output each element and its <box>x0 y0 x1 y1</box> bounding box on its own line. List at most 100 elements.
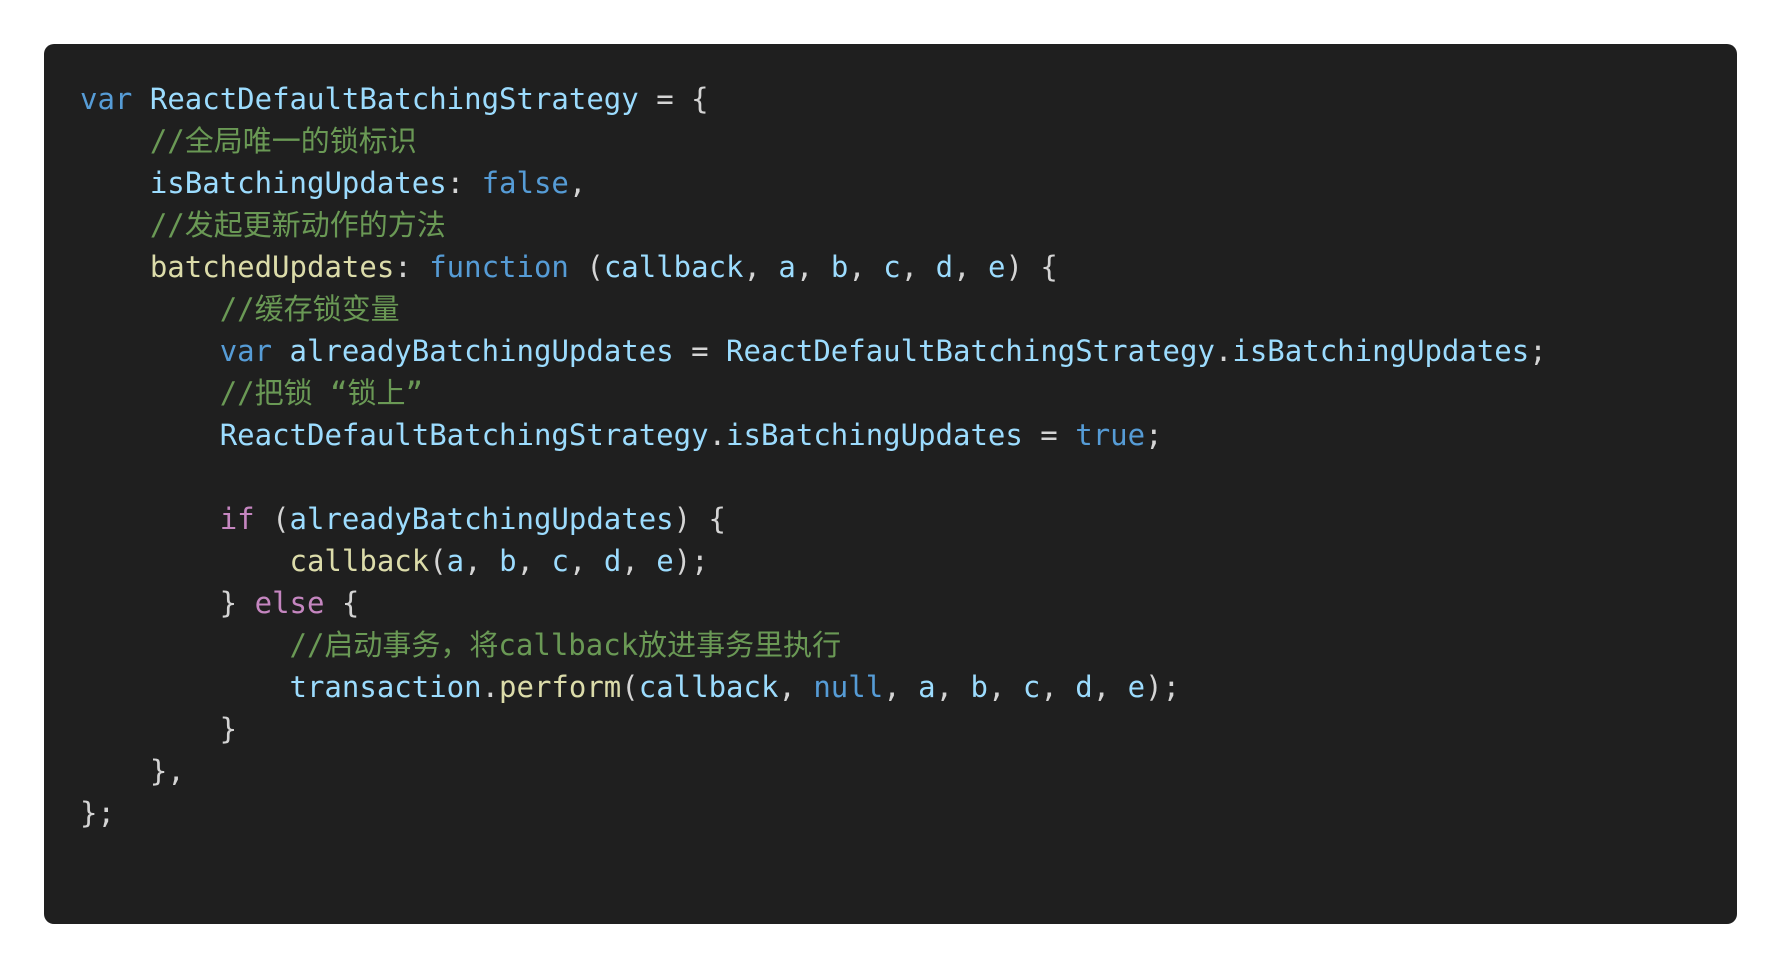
identifier-token: c <box>1022 670 1041 704</box>
punctuation-token: { <box>324 586 360 620</box>
code-line: var ReactDefaultBatchingStrategy = { <box>80 78 1737 120</box>
punctuation-token <box>80 292 220 326</box>
comment-token: //把锁 “锁上” <box>219 376 423 410</box>
identifier-token: ReactDefaultBatchingStrategy <box>726 334 1215 368</box>
punctuation-token: }; <box>80 796 115 830</box>
punctuation-token: , <box>953 250 988 284</box>
identifier-token: d <box>603 544 622 578</box>
punctuation-token: } <box>80 586 255 620</box>
punctuation-token: : <box>394 250 430 284</box>
control-keyword-token: else <box>254 586 325 620</box>
comment-token: //全局唯一的锁标识 <box>149 124 417 158</box>
code-line: //把锁 “锁上” <box>80 372 1737 414</box>
identifier-token: isBatchingUpdates <box>149 166 447 200</box>
punctuation-token: ; <box>1145 418 1163 452</box>
identifier-token: a <box>446 544 465 578</box>
keyword-token: function <box>429 250 569 284</box>
code-line: isBatchingUpdates: false, <box>80 162 1737 204</box>
punctuation-token: ( <box>621 670 639 704</box>
punctuation-token <box>80 628 290 662</box>
control-keyword-token: if <box>219 502 255 536</box>
code-line: } else { <box>80 582 1737 624</box>
code-line: //缓存锁变量 <box>80 288 1737 330</box>
identifier-token: c <box>551 544 569 578</box>
punctuation-token: , <box>778 670 814 704</box>
punctuation-token <box>80 250 150 284</box>
punctuation-token <box>80 418 220 452</box>
identifier-token: e <box>987 250 1006 284</box>
punctuation-token: , <box>1092 670 1128 704</box>
punctuation-token: , <box>568 544 604 578</box>
function-name-token: batchedUpdates <box>149 250 395 284</box>
punctuation-token: ( <box>568 250 604 284</box>
punctuation-token <box>80 124 150 158</box>
punctuation-token: , <box>516 544 552 578</box>
identifier-token: alreadyBatchingUpdates <box>289 502 674 536</box>
keyword-token: true <box>1075 418 1146 452</box>
punctuation-token: . <box>1214 334 1233 368</box>
identifier-token: isBatchingUpdates <box>726 418 1023 452</box>
code-line: //全局唯一的锁标识 <box>80 120 1737 162</box>
keyword-token: var <box>219 334 273 368</box>
code-line: //启动事务，将callback放进事务里执行 <box>80 624 1737 666</box>
punctuation-token: ( <box>429 544 447 578</box>
code-line: //发起更新动作的方法 <box>80 204 1737 246</box>
punctuation-token: = <box>673 334 727 368</box>
punctuation-token: , <box>464 544 500 578</box>
identifier-token: e <box>1127 670 1146 704</box>
keyword-token: var <box>80 82 133 116</box>
punctuation-token: ( <box>254 502 290 536</box>
punctuation-token <box>80 670 290 704</box>
punctuation-token: . <box>708 418 727 452</box>
comment-token: //缓存锁变量 <box>219 292 400 326</box>
punctuation-token: ) { <box>1005 250 1058 284</box>
code-line: if (alreadyBatchingUpdates) { <box>80 498 1737 540</box>
punctuation-token: = <box>1022 418 1076 452</box>
punctuation-token: , <box>883 670 919 704</box>
code-line: callback(a, b, c, d, e); <box>80 540 1737 582</box>
punctuation-token <box>80 544 290 578</box>
comment-token: //发起更新动作的方法 <box>149 208 446 242</box>
punctuation-token <box>80 334 220 368</box>
identifier-token: transaction <box>289 670 482 704</box>
code-line: var alreadyBatchingUpdates = ReactDefaul… <box>80 330 1737 372</box>
identifier-token: ReactDefaultBatchingStrategy <box>149 82 639 116</box>
keyword-token: false <box>481 166 569 200</box>
punctuation-token <box>80 376 220 410</box>
punctuation-token <box>80 166 150 200</box>
punctuation-token: , <box>935 670 971 704</box>
comment-token: //启动事务，将callback放进事务里执行 <box>289 628 842 662</box>
keyword-token: null <box>813 670 884 704</box>
punctuation-token: ); <box>1145 670 1181 704</box>
punctuation-token: , <box>621 544 657 578</box>
identifier-token: b <box>830 250 849 284</box>
code-line: }, <box>80 750 1737 792</box>
identifier-token: d <box>1075 670 1093 704</box>
punctuation-token: }, <box>80 754 185 788</box>
punctuation-token: } <box>80 712 238 746</box>
code-line: }; <box>80 792 1737 834</box>
identifier-token: d <box>935 250 954 284</box>
punctuation-token: ; <box>1529 334 1547 368</box>
code-block: var ReactDefaultBatchingStrategy = { //全… <box>44 44 1737 924</box>
identifier-token: alreadyBatchingUpdates <box>289 334 674 368</box>
punctuation-token: , <box>568 166 587 200</box>
punctuation-token: , <box>900 250 936 284</box>
punctuation-token <box>80 502 220 536</box>
punctuation-token <box>132 82 149 116</box>
identifier-token: callback <box>603 250 744 284</box>
punctuation-token: , <box>743 250 779 284</box>
punctuation-token: ) { <box>673 502 727 536</box>
identifier-token: a <box>918 670 936 704</box>
function-name-token: perform <box>499 670 622 704</box>
punctuation-token: , <box>848 250 884 284</box>
punctuation-token <box>272 334 289 368</box>
punctuation-token: = { <box>638 82 709 116</box>
identifier-token: b <box>970 670 988 704</box>
code-lines: var ReactDefaultBatchingStrategy = { //全… <box>80 78 1737 834</box>
punctuation-token <box>80 208 150 242</box>
punctuation-token: , <box>987 670 1023 704</box>
identifier-token: a <box>778 250 796 284</box>
identifier-token: c <box>883 250 901 284</box>
